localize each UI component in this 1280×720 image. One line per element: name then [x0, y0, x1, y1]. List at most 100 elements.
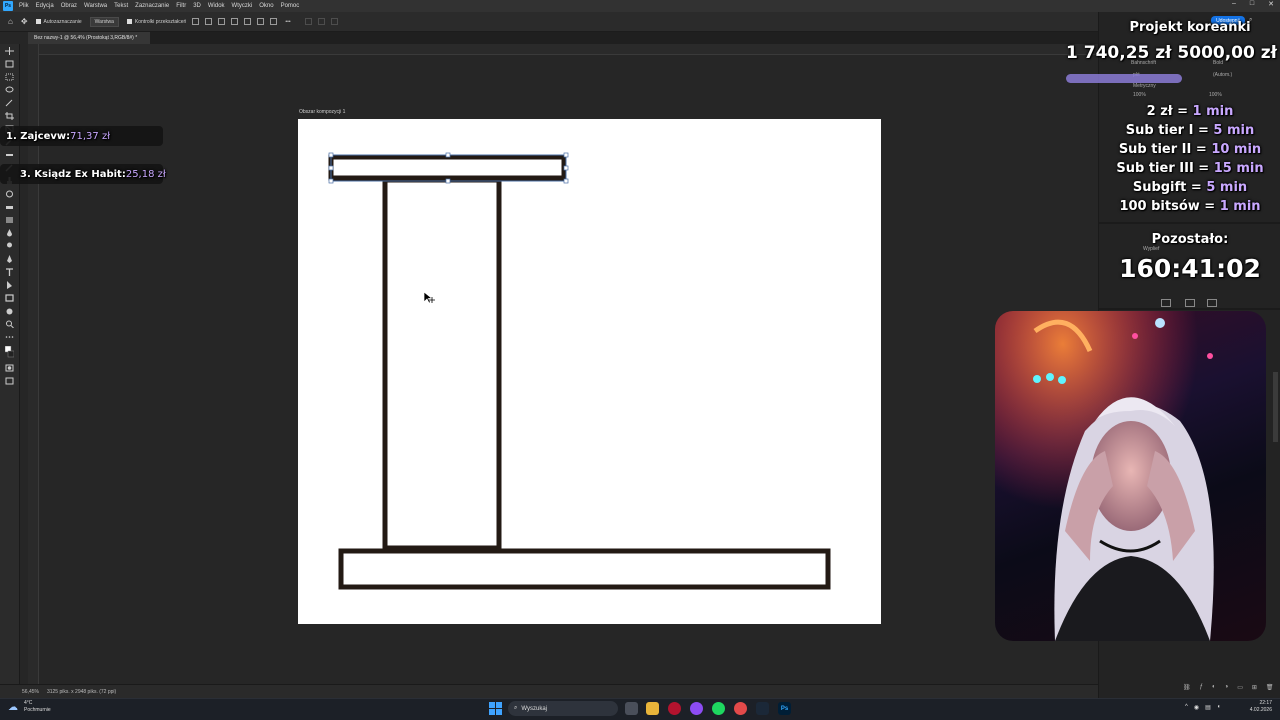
transform-controls-checkbox[interactable] [126, 19, 132, 24]
quick-select-tool-icon[interactable] [5, 99, 14, 107]
zoom-level[interactable]: 56,45% [22, 689, 39, 695]
artboard-canvas[interactable] [298, 119, 881, 624]
file-explorer-icon[interactable] [646, 702, 659, 715]
horizontal-scale-field[interactable]: 100% [1209, 92, 1222, 98]
layer-dropdown[interactable]: Warstwa [89, 16, 119, 27]
history-brush-tool-icon[interactable] [5, 190, 14, 198]
color-swatches-icon[interactable] [5, 346, 14, 358]
ruler-horizontal[interactable] [28, 44, 1098, 55]
network-icon[interactable]: ▤ [1205, 704, 1211, 711]
move-tool-icon[interactable] [5, 47, 14, 55]
clock-time: 22:17 [1259, 700, 1272, 706]
maximize-icon[interactable]: □ [1250, 0, 1254, 8]
align-left-icon[interactable] [192, 18, 200, 25]
rule-value: 10 min [1211, 142, 1262, 157]
opera-icon[interactable] [668, 702, 681, 715]
windows-start-icon[interactable] [489, 702, 502, 715]
align-bottom-icon[interactable] [270, 18, 278, 25]
artboard-label[interactable]: Obszar kompozycji 1 [299, 109, 345, 115]
shape-vertical-post[interactable] [382, 177, 502, 551]
trash-icon[interactable]: 🗑 [1266, 684, 1274, 691]
menu-layer[interactable]: Warstwa [84, 3, 107, 9]
app-icon[interactable] [734, 702, 747, 715]
kerning-field[interactable]: Metryczny [1133, 83, 1156, 89]
menu-plugins[interactable]: Wtyczki [232, 3, 253, 9]
menu-filter[interactable]: Filtr [176, 3, 186, 9]
move-tool-icon[interactable]: ✥ [21, 17, 28, 26]
shape-base[interactable] [338, 548, 831, 590]
menu-select[interactable]: Zaznaczanie [135, 3, 169, 9]
menu-help[interactable]: Pomoc [281, 3, 300, 9]
panel-icon[interactable] [1161, 299, 1171, 307]
tray-chevron-icon[interactable]: ^ [1185, 704, 1188, 711]
marquee-tool-icon[interactable] [5, 73, 14, 81]
auto-select-checkbox[interactable] [35, 19, 41, 24]
healing-brush-tool-icon[interactable] [5, 151, 14, 159]
lasso-tool-icon[interactable] [5, 86, 14, 94]
leading-field[interactable]: (Autom.) [1213, 72, 1232, 78]
weather-widget[interactable]: 4°C Pochmurnie [24, 700, 51, 714]
blur-tool-icon[interactable] [5, 229, 14, 237]
align-center-icon[interactable] [205, 18, 213, 25]
taskbar-clock[interactable]: 22:17 4.02.2026 [1236, 700, 1272, 714]
menu-window[interactable]: Okno [259, 3, 273, 9]
menu-file[interactable]: Plik [19, 3, 29, 9]
menu-type[interactable]: Tekst [114, 3, 128, 9]
artboard-tool-icon[interactable] [5, 60, 14, 68]
more-tools-icon[interactable] [5, 333, 14, 341]
zoom-tool-icon[interactable] [5, 320, 14, 328]
link-layers-icon[interactable]: ⛓ [1183, 684, 1191, 691]
minimize-icon[interactable]: – [1232, 0, 1236, 8]
fx-icon[interactable]: ƒ [1200, 684, 1203, 691]
more-options-button[interactable]: ••• [285, 19, 290, 25]
panel-icon[interactable] [1207, 299, 1217, 307]
menu-view[interactable]: Widok [208, 3, 225, 9]
weather-icon[interactable]: ☁ [8, 702, 18, 713]
align-top-icon[interactable] [244, 18, 252, 25]
eraser-tool-icon[interactable] [5, 203, 14, 211]
dodge-tool-icon[interactable] [5, 242, 14, 250]
document-tab-title: Bez nazwy-1 @ 56,4% (Prostokąt 3,RGB/8#)… [34, 35, 138, 41]
transform-controls-toggle[interactable]: Kontrolki przekształceń [126, 19, 186, 25]
steam-icon[interactable] [756, 702, 769, 715]
mask-icon[interactable]: ◐ [1212, 684, 1216, 691]
photoshop-taskbar-icon[interactable]: Ps [778, 702, 791, 715]
gradient-tool-icon[interactable] [5, 216, 14, 224]
type-tool-icon[interactable] [5, 268, 14, 276]
hand-tool-icon[interactable] [5, 307, 14, 315]
photoshop-logo[interactable]: Ps [3, 1, 13, 11]
quick-mask-icon[interactable] [5, 364, 14, 372]
path-selection-tool-icon[interactable] [5, 281, 14, 289]
align-right-icon[interactable] [218, 18, 226, 25]
spotify-icon[interactable] [712, 702, 725, 715]
vertical-scale-field[interactable]: 100% [1133, 92, 1146, 98]
group-icon[interactable]: ▭ [1237, 684, 1243, 691]
distribute-icon[interactable] [231, 18, 239, 25]
menu-edit[interactable]: Edycja [36, 3, 54, 9]
pen-tool-icon[interactable] [5, 255, 14, 263]
rule-value: 1 min [1219, 199, 1261, 214]
tray-app-icon[interactable]: ◉ [1194, 704, 1199, 711]
home-icon[interactable]: ⌂ [8, 17, 13, 26]
shape-top-bar[interactable] [328, 154, 567, 181]
panel-scrollbar[interactable] [1273, 372, 1278, 442]
panel-icon[interactable] [1185, 299, 1195, 307]
rectangle-tool-icon[interactable] [5, 294, 14, 302]
search-icon: ⌕ [514, 705, 518, 711]
close-icon[interactable]: ✕ [1268, 0, 1274, 8]
rule-value: 1 min [1192, 104, 1234, 119]
document-tab[interactable]: Bez nazwy-1 @ 56,4% (Prostokąt 3,RGB/8#)… [28, 32, 150, 44]
crop-tool-icon[interactable] [5, 112, 14, 120]
screen-mode-icon[interactable] [5, 377, 14, 385]
volume-icon[interactable]: ◖ [1217, 704, 1221, 711]
align-middle-icon[interactable] [257, 18, 265, 25]
menu-image[interactable]: Obraz [61, 3, 77, 9]
menu-3d[interactable]: 3D [193, 3, 201, 9]
taskbar-search[interactable]: ⌕ Wyszukaj [508, 701, 618, 716]
adjustment-icon[interactable]: ◑ [1225, 684, 1229, 691]
task-view-icon[interactable] [625, 702, 638, 715]
new-layer-icon[interactable]: ⊞ [1252, 684, 1257, 691]
auto-select-toggle[interactable]: Autozaznaczanie [35, 19, 82, 25]
discord-icon[interactable] [690, 702, 703, 715]
rule-value: 5 min [1206, 180, 1248, 195]
